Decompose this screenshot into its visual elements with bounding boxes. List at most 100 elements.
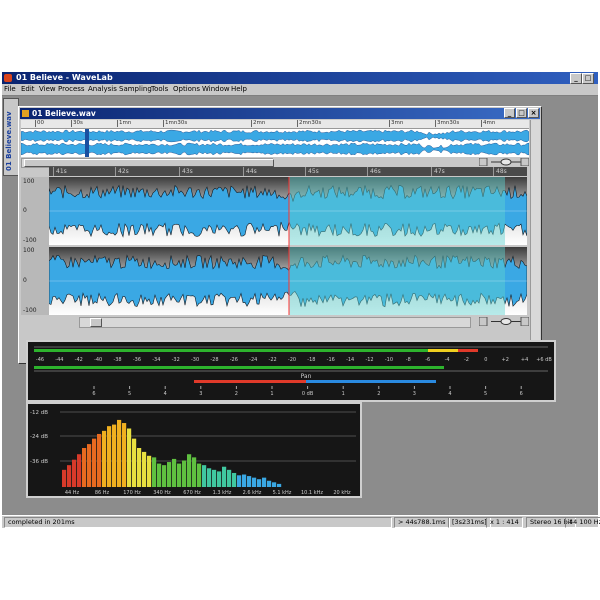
- db-tick: -28: [210, 357, 218, 363]
- maximize-icon[interactable]: □: [582, 73, 594, 84]
- db-tick: -40: [94, 357, 102, 363]
- db-tick: -46: [36, 357, 44, 363]
- spectrum-bar: [242, 474, 247, 487]
- db-tick: -2: [464, 357, 469, 363]
- spectrum-bar: [147, 455, 152, 487]
- spectrum-bar: [212, 469, 217, 487]
- menu-window[interactable]: Window: [202, 85, 230, 94]
- db-tick: -26: [230, 357, 238, 363]
- pan-tick: 5: [484, 391, 487, 397]
- spectrum-freq-label: 10.1 kHz: [301, 490, 323, 496]
- menu-sampling[interactable]: Sampling: [119, 85, 152, 94]
- db-tick: -18: [307, 357, 315, 363]
- spectrum-bar: [182, 460, 187, 487]
- db-tick: -20: [288, 357, 296, 363]
- db-tick: 0: [484, 357, 487, 363]
- waveform-scroll-thumb[interactable]: [90, 318, 102, 327]
- spectrum-bar: [237, 475, 242, 487]
- spectrum-bar: [67, 465, 72, 487]
- time-tick: 45s: [305, 167, 319, 176]
- zoom-ratio[interactable]: x 1 : 414: [486, 517, 523, 528]
- db-tick: -34: [152, 357, 160, 363]
- spectrum-db-label: -24 dB: [30, 434, 48, 440]
- menu-file[interactable]: File: [4, 85, 16, 94]
- doc-minimize-icon[interactable]: _: [504, 108, 515, 118]
- spectrum-bar: [187, 454, 192, 487]
- menu-analysis[interactable]: Analysis: [88, 85, 117, 94]
- overview-tick: 30s: [71, 120, 83, 127]
- spectrum-bar: [157, 463, 162, 487]
- workspace: 01 Believe.wav 01 Believe.wav _ □ × 00 3…: [2, 96, 598, 514]
- app-title-bar[interactable]: 01 Believe - WaveLab _ □: [2, 72, 598, 84]
- overview-tick: 3mn: [389, 120, 404, 127]
- doc-close-icon[interactable]: ×: [528, 108, 539, 118]
- overview-tick: 2mn: [251, 120, 266, 127]
- pan-label: Pan: [301, 373, 312, 380]
- menu-edit[interactable]: Edit: [21, 85, 35, 94]
- spectrum-bar: [232, 472, 237, 487]
- spectrum-bar: [142, 451, 147, 487]
- waveform-zoom-slider[interactable]: [479, 317, 529, 326]
- db-tick: -30: [191, 357, 199, 363]
- spectrum-freq-label: 86 Hz: [95, 490, 110, 496]
- spectrum-bar: [227, 469, 232, 487]
- pan-tick: 3: [199, 391, 202, 397]
- menu-view[interactable]: View: [39, 85, 56, 94]
- pan-tick: 0 dB: [302, 391, 314, 397]
- pan-tick: 1: [342, 391, 345, 397]
- db-scale: -46 -44 -42 -40 -38 -36 -34 -32 -30 -28 -26 -24 -22-…: [36, 357, 552, 363]
- spectrum-bar: [152, 457, 157, 487]
- overview-scroll-thumb[interactable]: [24, 159, 274, 167]
- document-title-bar[interactable]: 01 Believe.wav _ □ ×: [20, 108, 540, 119]
- right-level-bar-b: [368, 366, 444, 369]
- app-title: 01 Believe - WaveLab: [16, 73, 113, 82]
- pan-tick: 4: [448, 391, 451, 397]
- overview-tick: 2mn30s: [297, 120, 322, 127]
- db-tick: -42: [75, 357, 83, 363]
- menu-bar: File Edit View Process Analysis Sampling…: [2, 84, 598, 96]
- main-time-ruler[interactable]: 41s 42s 43s 44s 45s 46s 47s 48s: [49, 167, 527, 176]
- selection-length: [3s231ms]: [448, 517, 491, 528]
- overview-time-ruler[interactable]: 00 30s 1mn 1mn30s 2mn 2mn30s 3mn 3mn30s …: [21, 120, 529, 129]
- amp-label: -100: [23, 307, 37, 314]
- wavelab-logo-icon: [4, 74, 12, 82]
- spectrum-bar: [267, 480, 272, 487]
- spectrum-bar: [97, 433, 102, 487]
- vertical-scrollbar[interactable]: [530, 120, 540, 360]
- overview-tick: 00: [35, 120, 44, 127]
- stereo-waveform[interactable]: [49, 177, 527, 315]
- sample-rate[interactable]: 44 100 Hz: [565, 517, 600, 528]
- overview-tick: 3mn30s: [435, 120, 460, 127]
- db-tick: -8: [406, 357, 411, 363]
- spectrum-bar: [77, 454, 82, 487]
- spectrum-freq-label: 670 Hz: [183, 490, 201, 496]
- overview-waveform[interactable]: [21, 129, 529, 157]
- wavelab-app-window: 01 Believe - WaveLab _ □ File Edit View …: [2, 72, 600, 528]
- spectrum-bar: [107, 426, 112, 487]
- document-title: 01 Believe.wav: [32, 109, 96, 118]
- db-tick: -4: [445, 357, 450, 363]
- minimize-icon[interactable]: _: [570, 73, 582, 84]
- overview-zoom-slider[interactable]: [479, 158, 529, 166]
- spectrum-bar: [252, 477, 257, 487]
- doc-maximize-icon[interactable]: □: [516, 108, 527, 118]
- time-tick: 43s: [179, 167, 193, 176]
- overview-cursor: [85, 129, 89, 157]
- spectrum-freq-label: 2.6 kHz: [243, 490, 262, 496]
- waveform-scrollbar[interactable]: [79, 317, 471, 328]
- document-tab[interactable]: 01 Believe.wav: [3, 98, 19, 176]
- menu-process[interactable]: Process: [58, 85, 85, 94]
- menu-help[interactable]: Help: [231, 85, 247, 94]
- menu-options[interactable]: Options: [173, 85, 200, 94]
- overview-tick: 4mn: [481, 120, 496, 127]
- spectrum-bar: [247, 476, 252, 487]
- db-tick: -10: [385, 357, 393, 363]
- pan-tick: 2: [377, 391, 380, 397]
- pan-tick: 1: [270, 391, 273, 397]
- spectrum-freq-label: 5.1 kHz: [273, 490, 292, 496]
- spectrum-bar: [222, 466, 227, 487]
- menu-tools[interactable]: Tools: [151, 85, 168, 94]
- amp-label: 0: [23, 207, 27, 214]
- db-tick: -36: [133, 357, 141, 363]
- pan-left-bar: [194, 380, 306, 383]
